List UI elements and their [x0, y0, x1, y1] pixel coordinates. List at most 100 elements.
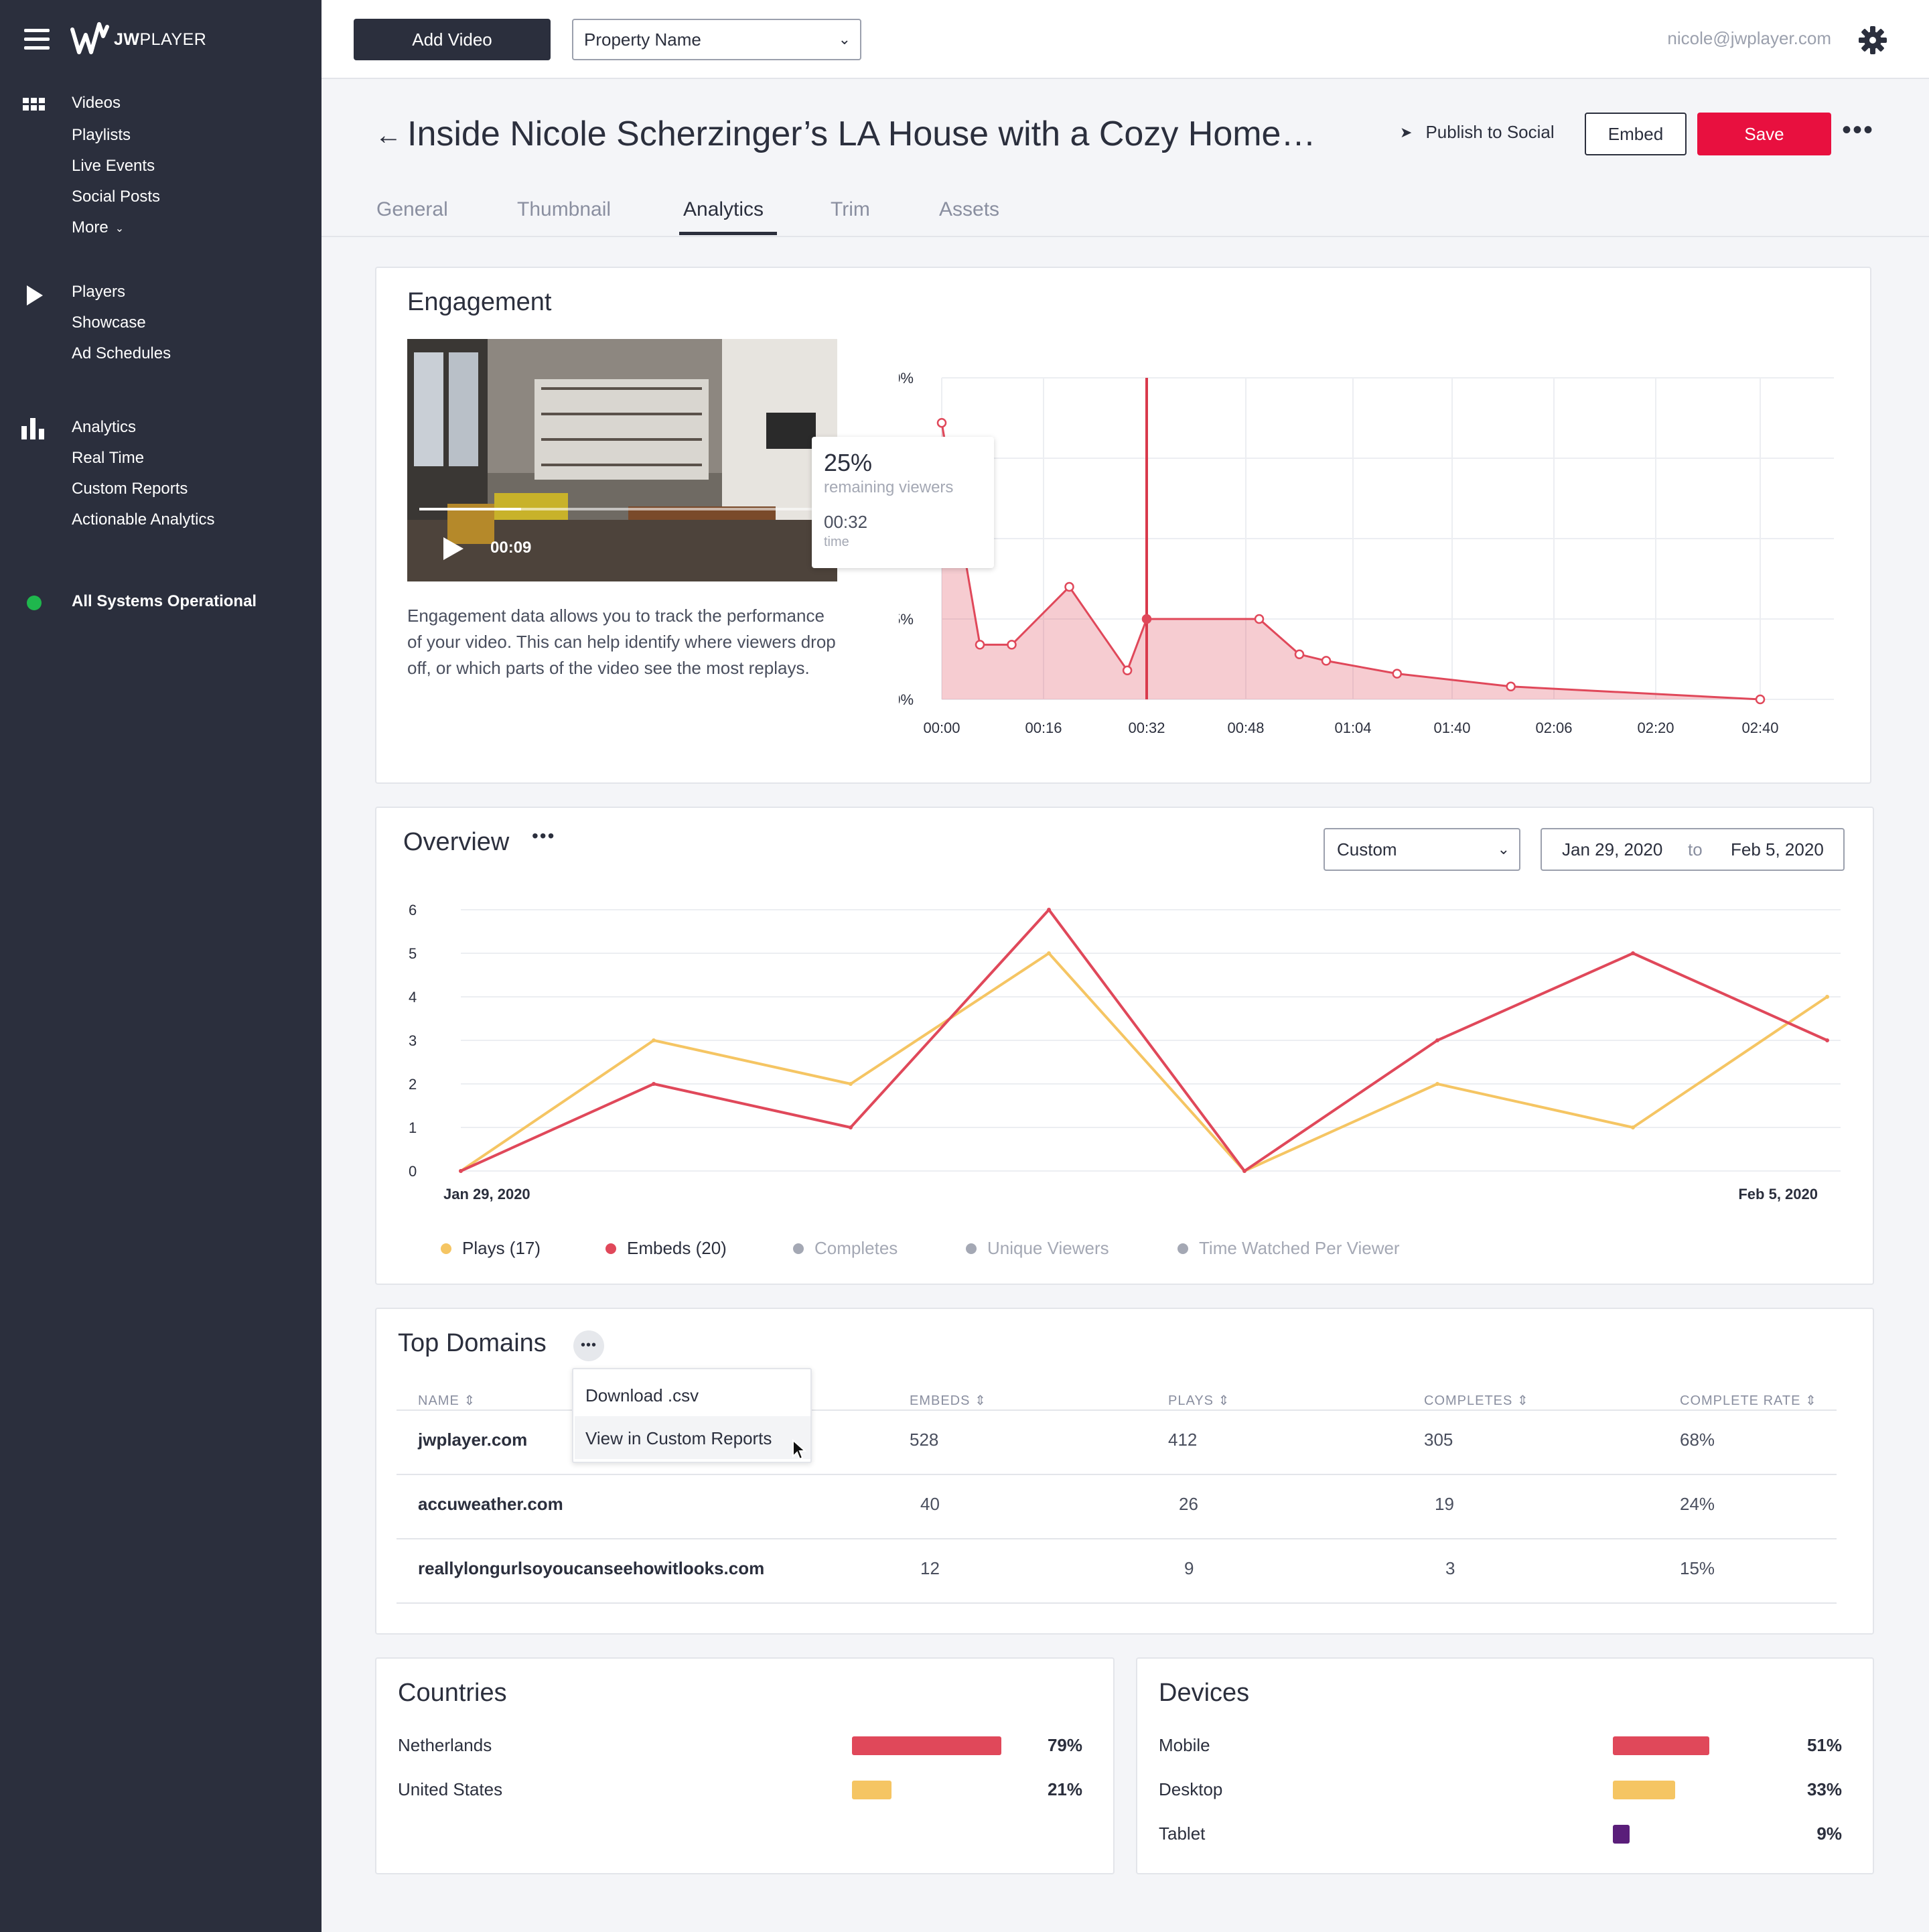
data-point[interactable] — [1141, 614, 1152, 624]
data-point[interactable] — [1242, 1169, 1246, 1173]
legend-item[interactable]: Unique Viewers — [966, 1238, 1109, 1259]
chevron-down-icon: ⌄ — [1497, 841, 1510, 857]
engagement-chart[interactable]: 0%25%50%75%100%00:0000:1600:3200:4801:04… — [899, 348, 1850, 790]
countries-label: United States — [398, 1779, 503, 1799]
legend-item[interactable]: Completes — [793, 1238, 898, 1259]
sidebar-item-showcase[interactable]: Showcase — [72, 314, 146, 332]
paper-plane-icon: ➤ — [1400, 123, 1413, 141]
data-point[interactable] — [1506, 681, 1516, 692]
sidebar-item-playlists[interactable]: Playlists — [72, 126, 131, 145]
sidebar-item-live-events[interactable]: Live Events — [72, 157, 155, 176]
series-line-plays[interactable] — [459, 952, 1829, 1172]
data-point[interactable] — [652, 1038, 656, 1042]
data-point[interactable] — [1755, 694, 1766, 705]
data-point[interactable] — [1064, 581, 1074, 592]
system-status[interactable]: All Systems Operational — [72, 592, 257, 611]
legend-item[interactable]: Plays (17) — [441, 1238, 541, 1259]
date-from[interactable]: Jan 29, 2020 — [1562, 829, 1662, 870]
data-point[interactable] — [936, 417, 947, 428]
data-point[interactable] — [1631, 951, 1635, 955]
video-progress-track[interactable] — [419, 508, 825, 510]
data-point[interactable] — [975, 640, 985, 650]
publish-to-social-button[interactable]: ➤ Publish to Social — [1400, 122, 1555, 143]
video-preview-image — [407, 339, 837, 581]
data-point[interactable] — [1825, 995, 1829, 999]
data-point[interactable] — [1047, 908, 1051, 912]
date-range-picker[interactable]: Jan 29, 2020 to Feb 5, 2020 — [1541, 828, 1845, 871]
date-to[interactable]: Feb 5, 2020 — [1731, 829, 1824, 870]
property-select[interactable]: Property Name ⌄ — [572, 19, 861, 60]
sidebar-item-actionable-analytics[interactable]: Actionable Analytics — [72, 510, 214, 529]
sidebar-item-real-time[interactable]: Real Time — [72, 449, 144, 468]
add-video-button[interactable]: Add Video — [354, 19, 551, 60]
data-point[interactable] — [1254, 614, 1265, 624]
domain-name[interactable]: reallylongurlsoyoucanseehowitlooks.com — [418, 1558, 764, 1579]
data-point[interactable] — [652, 1082, 656, 1086]
overview-chart[interactable]: 0 1 2 3 4 5 6 Jan 29, 2020 Feb 5, 2020 — [376, 882, 1875, 1217]
data-point[interactable] — [1047, 951, 1051, 955]
sidebar-item-more[interactable]: More ⌄ — [72, 218, 124, 237]
data-point[interactable] — [1825, 1038, 1829, 1042]
countries-label: Netherlands — [398, 1735, 492, 1755]
top-domains-more-icon[interactable]: ••• — [573, 1330, 604, 1361]
domain-name[interactable]: accuweather.com — [418, 1494, 563, 1515]
domain-completes: 19 — [1435, 1494, 1454, 1514]
logo[interactable]: JWPLAYER — [70, 19, 206, 60]
data-point[interactable] — [849, 1125, 853, 1129]
user-email[interactable]: nicole@jwplayer.com — [1667, 28, 1831, 49]
status-dot-icon — [27, 596, 42, 610]
sidebar-item-analytics[interactable]: Analytics — [72, 418, 136, 437]
tab-analytics[interactable]: Analytics — [683, 198, 764, 221]
y-tick-label: 1 — [409, 1119, 417, 1136]
data-point[interactable] — [849, 1082, 853, 1086]
save-button[interactable]: Save — [1697, 113, 1831, 155]
data-point[interactable] — [1435, 1082, 1439, 1086]
devices-bar — [1613, 1825, 1630, 1844]
col-header-completes[interactable]: COMPLETES ⇕ — [1424, 1392, 1529, 1409]
sidebar-item-ad-schedules[interactable]: Ad Schedules — [72, 344, 171, 363]
col-header-embeds[interactable]: EMBEDS ⇕ — [910, 1392, 987, 1409]
date-range-select[interactable]: Custom ⌄ — [1324, 828, 1520, 871]
sidebar-item-social-posts[interactable]: Social Posts — [72, 188, 160, 206]
data-point[interactable] — [1007, 640, 1017, 650]
data-point[interactable] — [1631, 1125, 1635, 1129]
menu-icon[interactable] — [24, 29, 50, 50]
data-point[interactable] — [1321, 656, 1332, 666]
overview-more-icon[interactable]: ••• — [532, 825, 555, 847]
top-domains-card: Top Domains ••• NAME ⇕ EMBEDS ⇕ PLAYS ⇕ … — [375, 1308, 1874, 1635]
video-thumbnail[interactable]: 00:09 — [407, 339, 837, 581]
legend-item[interactable]: Embeds (20) — [605, 1238, 727, 1259]
col-header-complete-rate[interactable]: COMPLETE RATE ⇕ — [1680, 1392, 1817, 1409]
data-point[interactable] — [1435, 1038, 1439, 1042]
tab-general[interactable]: General — [376, 198, 448, 221]
sidebar: JWPLAYER Videos Playlists Live Events So… — [0, 0, 322, 1932]
legend-dot-icon — [1177, 1243, 1188, 1254]
data-point[interactable] — [459, 1169, 463, 1173]
menu-item-view-custom-reports[interactable]: View in Custom Reports — [585, 1428, 772, 1449]
sidebar-item-custom-reports[interactable]: Custom Reports — [72, 480, 188, 498]
play-icon[interactable] — [443, 537, 463, 560]
col-header-name[interactable]: NAME ⇕ — [418, 1392, 476, 1409]
back-arrow-icon[interactable]: ← — [375, 121, 402, 151]
row-divider — [397, 1538, 1837, 1539]
y-tick-label: 25% — [899, 611, 914, 628]
sidebar-item-videos[interactable]: Videos — [72, 94, 121, 113]
more-options-icon[interactable]: ••• — [1842, 115, 1874, 145]
domain-name[interactable]: jwplayer.com — [418, 1430, 527, 1450]
data-point[interactable] — [1392, 669, 1403, 679]
col-header-plays[interactable]: PLAYS ⇕ — [1168, 1392, 1230, 1409]
menu-item-download-csv[interactable]: Download .csv — [585, 1385, 699, 1406]
x-tick-label: 01:40 — [1433, 719, 1470, 736]
y-tick-label: 6 — [409, 902, 417, 918]
domain-plays: 26 — [1179, 1494, 1198, 1514]
embed-button[interactable]: Embed — [1585, 113, 1687, 155]
legend-item[interactable]: Time Watched Per Viewer — [1177, 1238, 1400, 1259]
data-point[interactable] — [1122, 665, 1133, 676]
tab-thumbnail[interactable]: Thumbnail — [517, 198, 611, 221]
tab-assets[interactable]: Assets — [939, 198, 999, 221]
chevron-down-icon: ⌄ — [838, 31, 851, 48]
gear-icon[interactable] — [1858, 25, 1887, 55]
data-point[interactable] — [1294, 649, 1305, 660]
sidebar-item-players[interactable]: Players — [72, 283, 125, 301]
tab-trim[interactable]: Trim — [831, 198, 870, 221]
